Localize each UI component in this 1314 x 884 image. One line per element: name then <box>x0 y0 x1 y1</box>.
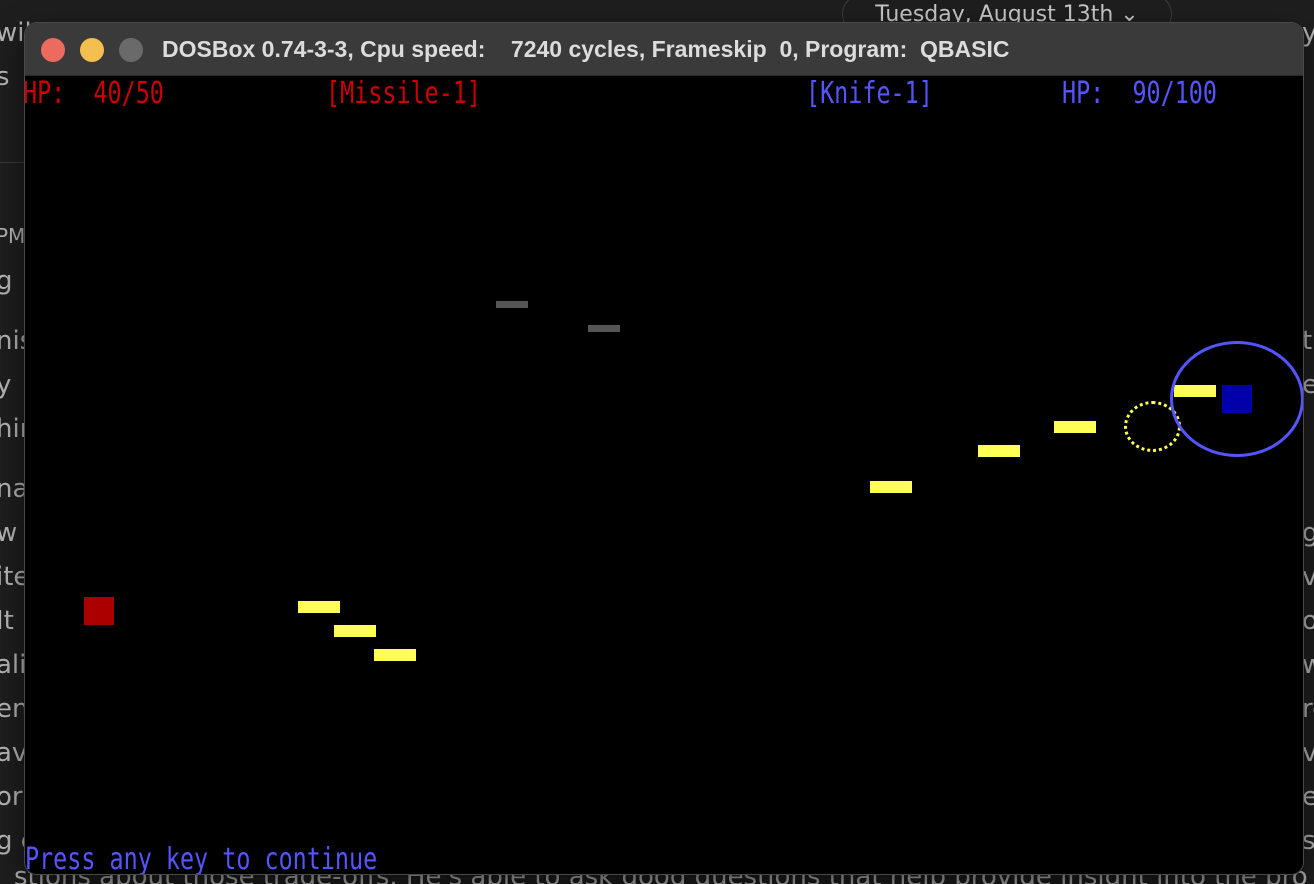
close-button[interactable] <box>41 38 65 62</box>
window-titlebar[interactable]: DOSBox 0.74-3-3, Cpu speed: 7240 cycles,… <box>25 23 1303 76</box>
bg-text-fragment: s <box>0 62 10 92</box>
bg-text-fragment: t <box>1302 326 1313 356</box>
debris-fragment <box>588 325 620 332</box>
missile-projectile <box>334 625 376 637</box>
bg-text-fragment: av <box>0 738 28 768</box>
bg-text-fragment: PM <box>0 224 26 248</box>
bg-text-fragment: e <box>1302 782 1314 812</box>
bg-text-fragment: st <box>1302 826 1314 856</box>
player2-hp: HP: 90/100 <box>1062 76 1217 111</box>
bg-text-fragment: w <box>1302 650 1314 680</box>
player1-tank <box>84 597 114 625</box>
bg-text-fragment: y <box>0 370 12 400</box>
dosbox-window: DOSBox 0.74-3-3, Cpu speed: 7240 cycles,… <box>25 23 1303 874</box>
bg-text-fragment: g <box>1302 518 1314 548</box>
player1-weapon: [Missile-1] <box>326 76 481 111</box>
missile-projectile <box>374 649 416 661</box>
player1-hp: HP: 40/50 <box>25 76 164 111</box>
continue-prompt: Press any key to continue <box>25 842 378 875</box>
bg-text-fragment: o <box>1302 606 1314 636</box>
bg-text-fragment: v <box>1302 738 1314 768</box>
maximize-button[interactable] <box>119 38 143 62</box>
missile-projectile <box>298 601 340 613</box>
bg-text-fragment: y, <box>1302 18 1314 48</box>
bg-text-fragment: It <box>0 606 14 636</box>
player2-weapon: [Knife-1] <box>806 76 933 111</box>
bg-text-fragment: v <box>1302 562 1314 592</box>
debris-fragment <box>496 301 528 308</box>
minimize-button[interactable] <box>80 38 104 62</box>
missile-projectile <box>870 481 912 493</box>
missile-projectile <box>1054 421 1096 433</box>
player2-tank <box>1222 385 1252 413</box>
bg-text-fragment: re <box>1302 694 1314 724</box>
missile-projectile <box>978 445 1020 457</box>
game-screen[interactable]: HP: 40/50 [Missile-1] [Knife-1] HP: 90/1… <box>25 76 1303 874</box>
bg-text-fragment: e <box>1302 370 1314 400</box>
bg-text-fragment: ali <box>0 650 27 680</box>
bg-text-fragment: g <box>0 266 13 296</box>
bg-text-fragment: w <box>0 518 18 548</box>
window-title: DOSBox 0.74-3-3, Cpu speed: 7240 cycles,… <box>162 36 1010 62</box>
